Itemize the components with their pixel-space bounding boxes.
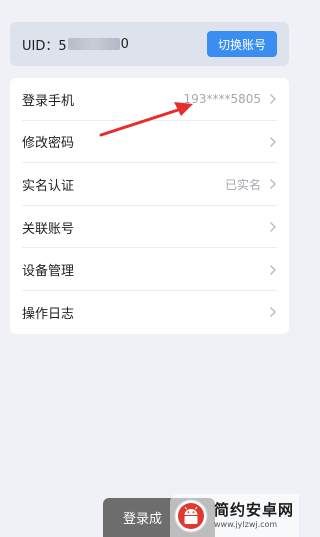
red-arrow-annotation	[99, 102, 193, 137]
chevron-right-icon	[270, 94, 276, 105]
uid-card: UID：5 0 切换账号	[10, 22, 289, 66]
chevron-right-icon	[270, 307, 276, 318]
chevron-right-icon	[270, 179, 276, 190]
row-value: 已实名	[224, 177, 261, 192]
row-operation-log[interactable]: 操作日志	[10, 291, 289, 334]
android-logo-icon	[174, 499, 208, 532]
row-real-name-verification[interactable]: 实名认证 已实名	[10, 163, 289, 206]
row-label: 设备管理	[22, 264, 75, 280]
uid-prefix: UID：5	[22, 38, 67, 54]
row-label: 操作日志	[22, 306, 75, 322]
row-label: 实名认证	[22, 178, 75, 194]
row-label: 关联账号	[22, 221, 75, 237]
switch-account-button[interactable]: 切换账号	[206, 31, 277, 57]
uid-suffix: 0	[120, 36, 129, 52]
toast-text: 登录成	[123, 512, 163, 527]
row-linked-accounts[interactable]: 关联账号	[10, 206, 289, 249]
watermark-text: 简约安卓网 www.jylzwj.com	[214, 500, 295, 529]
row-device-management[interactable]: 设备管理	[10, 248, 289, 291]
site-watermark: 简约安卓网 www.jylzwj.com	[170, 494, 299, 537]
uid-redaction-mask	[67, 38, 120, 50]
chevron-right-icon	[270, 136, 276, 147]
watermark-title: 简约安卓网	[214, 500, 295, 519]
uid-label: UID：5 0	[22, 35, 129, 54]
chevron-right-icon	[270, 222, 276, 233]
chevron-right-icon	[270, 264, 276, 275]
watermark-url: www.jylzwj.com	[214, 519, 278, 529]
